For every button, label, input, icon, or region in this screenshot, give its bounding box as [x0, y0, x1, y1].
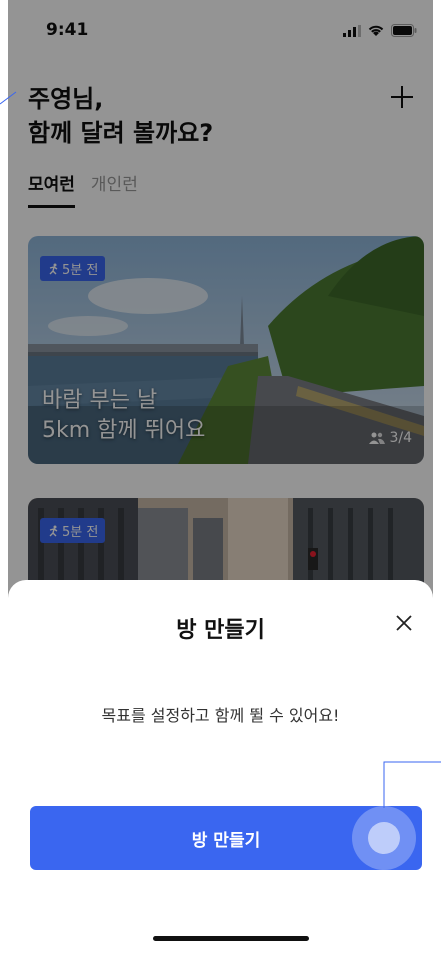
sheet-description: 목표를 설정하고 함께 뛸 수 있어요!	[101, 706, 340, 725]
create-room-button-label: 방 만들기	[191, 830, 261, 851]
touch-indicator	[352, 806, 416, 870]
home-indicator	[153, 936, 309, 941]
create-room-sheet: 방 만들기 목표를 설정하고 함께 뛸 수 있어요! 방 만들기	[8, 580, 433, 964]
sheet-title: 방 만들기	[176, 618, 265, 643]
phone-screen: 9:41 주영님, 함께 달려 볼까요? 모여런 개인런 5분 전 바람 부는 …	[8, 0, 433, 964]
close-icon[interactable]	[389, 608, 419, 638]
